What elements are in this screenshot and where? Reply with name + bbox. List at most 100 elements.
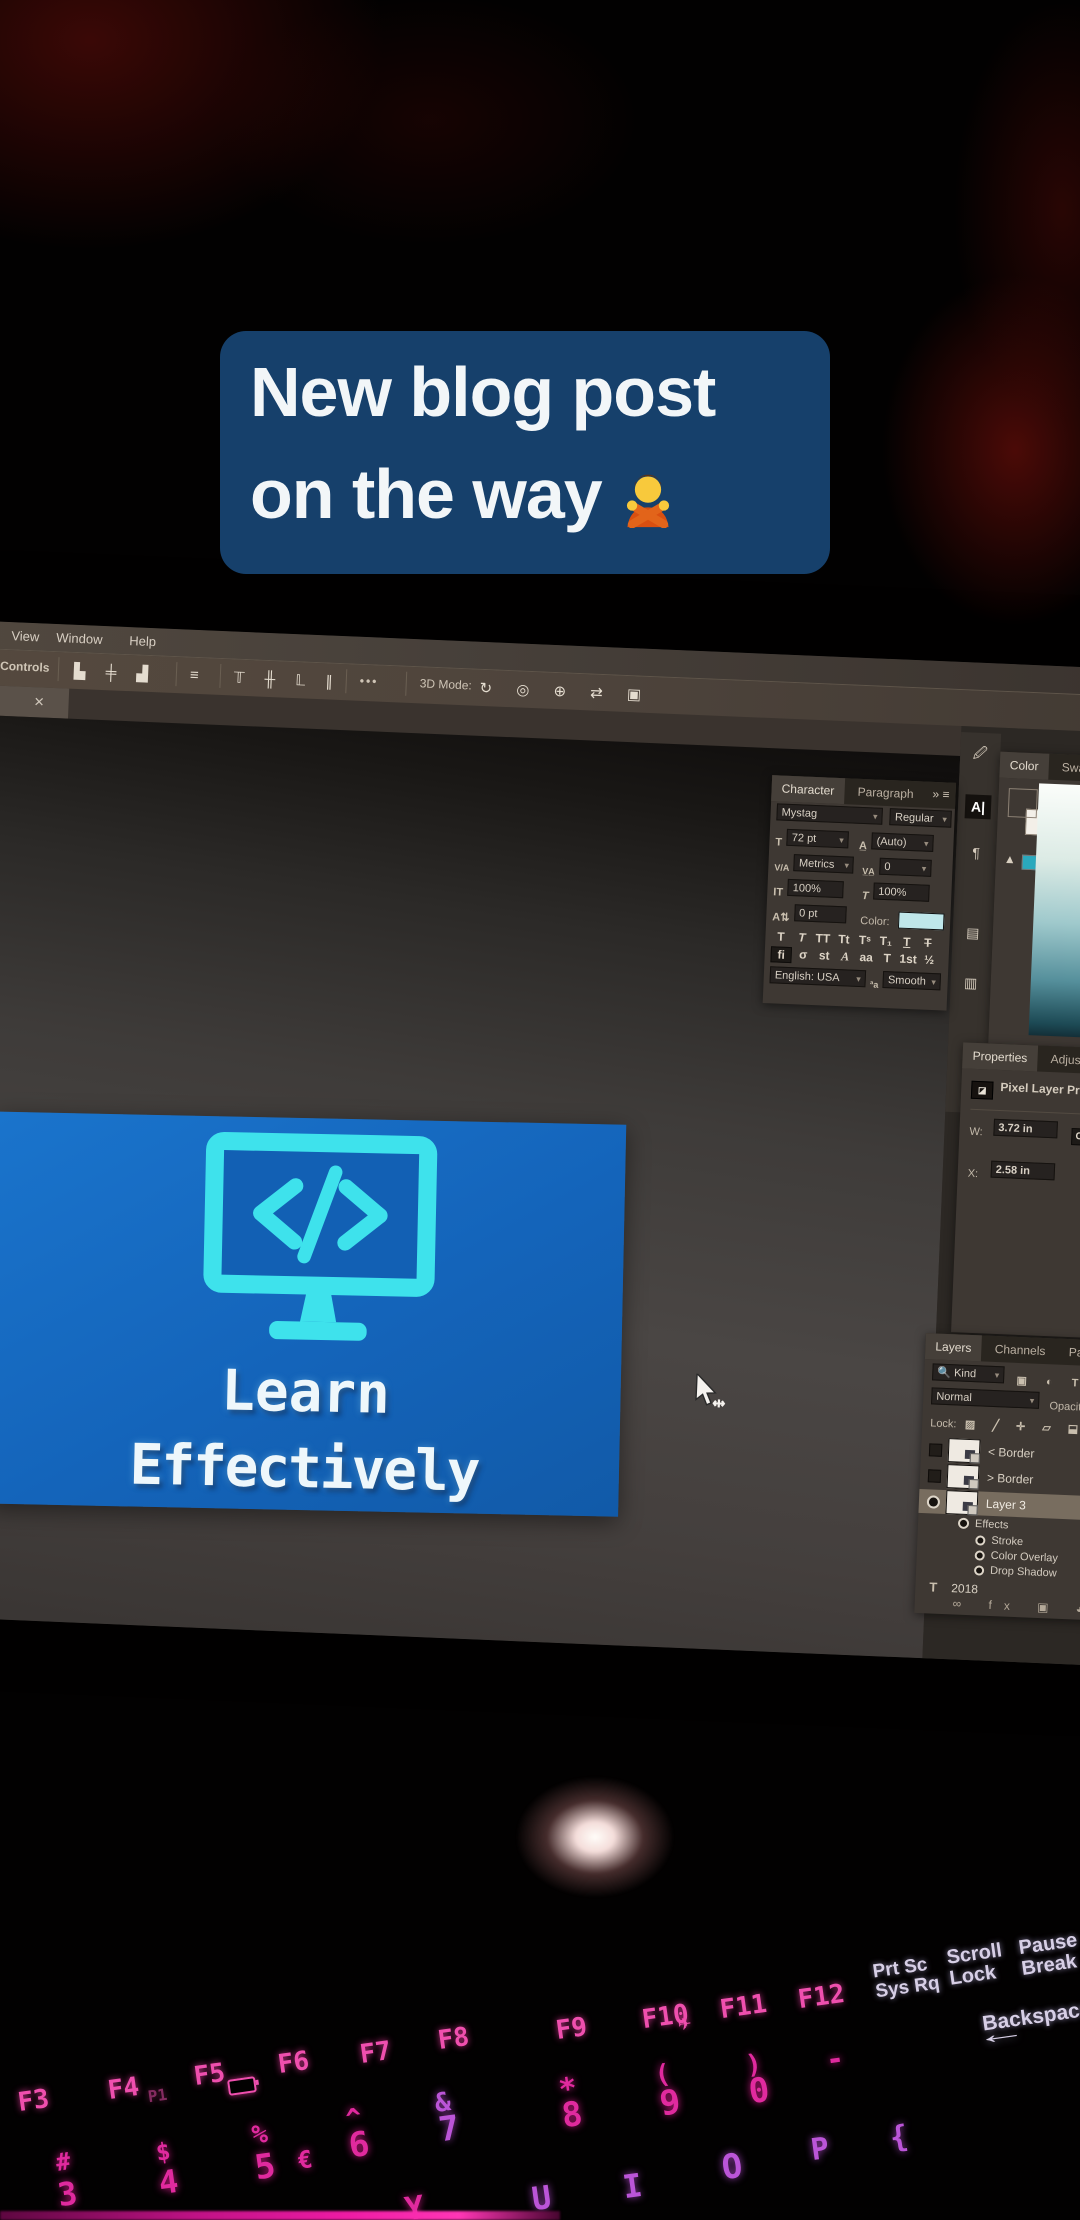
text-color-swatch[interactable] xyxy=(898,912,945,931)
style-button-7[interactable]: T xyxy=(918,935,938,950)
language-select[interactable]: English: USA▾ xyxy=(770,966,867,987)
foreground-color-swatch[interactable] xyxy=(1008,788,1038,818)
close-icon[interactable]: ✕ xyxy=(33,694,45,709)
tab-paths[interactable]: Paths xyxy=(1058,1339,1080,1367)
filter-kind-select[interactable]: 🔍 Kind▾ xyxy=(932,1363,1005,1383)
align-horizontal-icons[interactable]: ▙ ╪ ▟ xyxy=(74,662,157,683)
lock-label: Lock: xyxy=(930,1417,957,1430)
tab-paragraph[interactable]: Paragraph xyxy=(847,778,924,807)
tab-channels[interactable]: Channels xyxy=(984,1336,1056,1365)
style-button-0[interactable]: T xyxy=(771,929,791,944)
feature-button-1[interactable]: σ xyxy=(793,947,813,964)
brush-settings-panel-icon[interactable]: 🖉 xyxy=(967,740,994,765)
feature-button-3[interactable]: A xyxy=(835,949,855,966)
glyphs-panel-icon[interactable]: ▤ xyxy=(959,920,986,945)
character-panel: Character Paragraph » ≡ Mystag▾ Regular▾… xyxy=(763,775,956,1011)
x-field[interactable]: 2.58 in xyxy=(990,1161,1055,1181)
character-panel-icon[interactable]: A| xyxy=(965,794,992,819)
document-tab[interactable]: ✕ xyxy=(0,684,69,719)
font-size-select[interactable]: 72 pt▾ xyxy=(786,829,849,849)
tab-properties[interactable]: Properties xyxy=(962,1042,1038,1071)
anti-alias-select[interactable]: Smooth▾ xyxy=(883,971,942,990)
artwork-title-line1: Learn xyxy=(0,1354,621,1432)
code-monitor-icon xyxy=(181,1128,458,1358)
panel-menu-icon[interactable]: » ≡ xyxy=(932,787,950,802)
paragraph-panel-icon[interactable]: ¶ xyxy=(963,840,990,865)
key-pause-break[interactable]: Pause Break xyxy=(1017,1930,1080,1980)
style-button-4[interactable]: Tˢ xyxy=(855,933,875,948)
leading-select[interactable]: (Auto)▾ xyxy=(871,832,934,852)
menu-item-help[interactable]: Help xyxy=(129,633,156,649)
visibility-toggle[interactable] xyxy=(927,1495,941,1509)
constrain-link-icon[interactable]: OO xyxy=(1071,1128,1080,1146)
key-f3[interactable]: F3 xyxy=(16,2086,51,2117)
key-f11[interactable]: F11 xyxy=(718,1991,768,2025)
visibility-toggle[interactable] xyxy=(929,1443,943,1457)
vertical-scale-field[interactable]: 100% xyxy=(787,879,844,898)
story-caption[interactable]: New blog post on the way xyxy=(220,331,830,574)
kerning-select[interactable]: Metrics▾ xyxy=(794,854,855,873)
feature-button-6[interactable]: 1st xyxy=(898,952,918,969)
tab-character[interactable]: Character xyxy=(771,775,845,804)
lock-icons[interactable]: ▨ ╱ ✛ ▱ ⬓ xyxy=(965,1419,1080,1436)
kerning-icon: V/A xyxy=(774,862,789,873)
feature-button-4[interactable]: aa xyxy=(856,950,876,967)
layer-thumbnail[interactable] xyxy=(948,1438,981,1463)
woman-gesturing-no-emoji xyxy=(618,468,678,528)
horizontal-scale-field[interactable]: 100% xyxy=(873,882,930,901)
align-vertical-icons[interactable]: 𝕋 ╫ 𝕃 ∥ xyxy=(233,669,341,691)
style-button-2[interactable]: TT xyxy=(813,931,833,946)
text-color-label: Color: xyxy=(860,915,890,928)
key-f8[interactable]: F8 xyxy=(436,2024,471,2055)
layer-thumbnail[interactable] xyxy=(945,1490,978,1515)
font-style-select[interactable]: Regular▾ xyxy=(890,808,953,828)
libraries-panel-icon[interactable]: ▥ xyxy=(957,970,984,995)
feature-button-0[interactable]: fi xyxy=(770,946,792,963)
distribute-icon[interactable]: ≡ xyxy=(190,667,207,685)
move-tool-cursor xyxy=(694,1373,730,1412)
3d-mode-icons[interactable]: ↻ ◎ ⊕ ⇄ ▣ xyxy=(479,679,651,704)
style-button-3[interactable]: Tt xyxy=(834,932,854,947)
width-field[interactable]: 3.72 in xyxy=(993,1119,1058,1139)
tracking-select[interactable]: 0▾ xyxy=(879,858,932,877)
transform-controls-label[interactable]: Controls xyxy=(0,659,50,675)
key-f7[interactable]: F7 xyxy=(358,2038,393,2069)
blend-mode-select[interactable]: Normal▾ xyxy=(931,1387,1040,1409)
menu-item-view[interactable]: View xyxy=(11,628,40,644)
layer-name: Effects xyxy=(975,1518,1009,1531)
visibility-toggle[interactable] xyxy=(958,1518,969,1529)
style-button-5[interactable]: T₁ xyxy=(876,934,896,949)
font-family-select[interactable]: Mystag▾ xyxy=(776,803,883,824)
keyboard-light-strip xyxy=(0,2211,560,2220)
visibility-toggle[interactable] xyxy=(975,1535,985,1545)
feature-button-2[interactable]: st xyxy=(814,948,834,965)
visibility-toggle[interactable] xyxy=(975,1550,985,1560)
tab-adjustments[interactable]: Adjustments xyxy=(1040,1046,1080,1076)
layer-thumbnail[interactable] xyxy=(947,1464,980,1489)
style-button-1[interactable]: T xyxy=(792,930,812,945)
opacity-label: Opacity xyxy=(1049,1400,1080,1414)
key-f6[interactable]: F6 xyxy=(276,2048,311,2079)
layer-name: Stroke xyxy=(991,1535,1023,1548)
feature-button-5[interactable]: T xyxy=(877,951,897,968)
more-options-icon[interactable]: ••• xyxy=(360,674,379,689)
filter-type-icons[interactable]: ▣ ◐ T xyxy=(1016,1375,1080,1390)
visibility-toggle[interactable] xyxy=(974,1565,984,1575)
artwork-document[interactable]: Learn Effectively xyxy=(0,1112,626,1517)
tab-color[interactable]: Color xyxy=(999,752,1049,780)
horizontal-scale-icon: T xyxy=(862,890,869,902)
key-scroll-lock[interactable]: Scroll Lock xyxy=(945,1940,1006,1989)
menu-item-window[interactable]: Window xyxy=(56,630,103,647)
feature-button-7[interactable]: ½ xyxy=(919,952,939,969)
key-f9[interactable]: F9 xyxy=(554,2014,589,2045)
tab-layers[interactable]: Layers xyxy=(925,1333,982,1361)
key-f12[interactable]: F12 xyxy=(796,1981,846,2015)
key-p1[interactable]: P1 xyxy=(147,2087,168,2106)
baseline-shift-field[interactable]: 0 pt xyxy=(794,904,847,923)
visibility-toggle[interactable] xyxy=(928,1469,942,1483)
tab-swatches[interactable]: Swatches xyxy=(1051,754,1080,783)
gamut-warning-icon[interactable]: ▲ xyxy=(1004,852,1016,866)
key-f5[interactable]: F5 xyxy=(192,2060,227,2091)
style-button-6[interactable]: T xyxy=(897,935,917,950)
key-f4[interactable]: F4 xyxy=(106,2074,141,2105)
